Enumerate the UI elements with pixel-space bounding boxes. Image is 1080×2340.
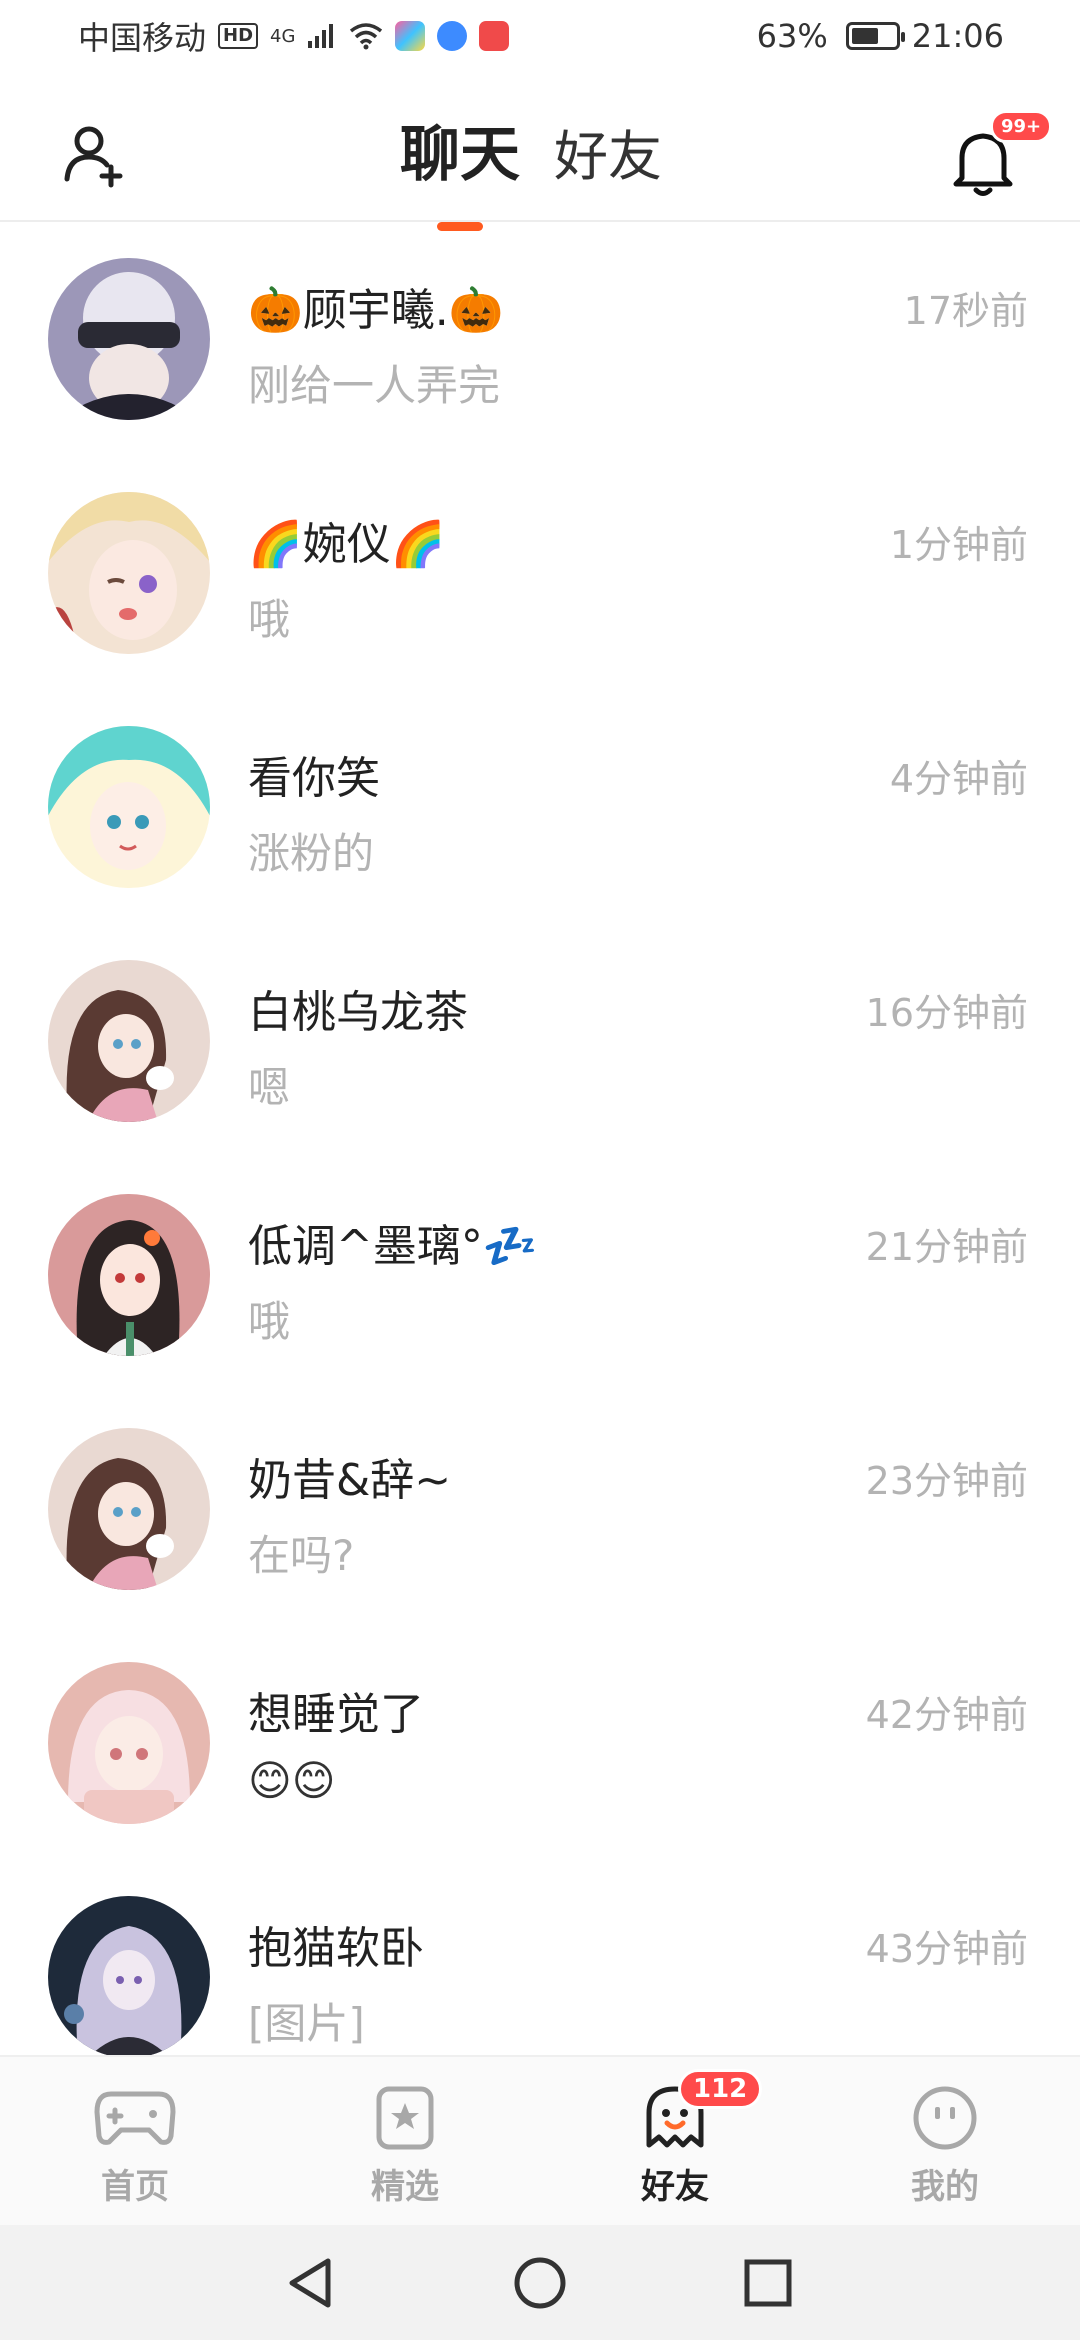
- tab-featured-label: 精选: [371, 2167, 439, 2207]
- chat-time: 1分钟前: [889, 523, 1028, 567]
- home-circle-icon: [514, 2257, 566, 2309]
- chat-last-message: 嗯: [248, 1063, 291, 1112]
- chat-row[interactable]: 白桃乌龙茶 嗯 16分钟前: [0, 924, 1080, 1158]
- tab-chat[interactable]: 聊天: [400, 106, 520, 231]
- chat-name: 🌈婉仪🌈: [248, 519, 446, 570]
- signal-icon: [308, 24, 334, 48]
- chat-name: 抱猫软卧: [248, 1923, 424, 1974]
- tab-friends-text: 好友: [641, 2167, 709, 2207]
- avatar[interactable]: [48, 1194, 210, 1356]
- carrier-name: 中国移动: [78, 19, 207, 57]
- chat-time: 23分钟前: [865, 1459, 1028, 1503]
- hd-icon: HD: [218, 23, 259, 49]
- chat-last-message: 😊😊: [248, 1756, 336, 1805]
- system-nav-bar: [0, 2225, 1080, 2340]
- chat-name: 想睡觉了: [248, 1689, 424, 1740]
- chat-time: 16分钟前: [865, 991, 1028, 1035]
- ghost-icon: 112: [630, 2069, 763, 2153]
- chat-name: 白桃乌龙茶: [248, 987, 468, 1038]
- tab-home[interactable]: 首页: [55, 2083, 215, 2208]
- status-right: 63% 21:06: [757, 17, 1004, 55]
- chat-last-message: 刚给一人弄完: [248, 361, 501, 410]
- chat-list: 🎃顾宇曦.🎃 刚给一人弄完 17秒前 🌈婉仪🌈 哦 1分钟前 看你笑 涨粉的 4…: [0, 222, 1080, 2055]
- chat-time: 4分钟前: [889, 757, 1028, 801]
- chat-row[interactable]: 抱猫软卧 [图片] 43分钟前: [0, 1860, 1080, 2055]
- tab-featured[interactable]: 精选: [325, 2083, 485, 2208]
- tab-mine-label: 我的: [911, 2167, 979, 2207]
- tab-home-label: 首页: [101, 2167, 169, 2207]
- avatar[interactable]: [48, 960, 210, 1122]
- tab-chat-label: 聊天: [400, 120, 520, 190]
- avatar[interactable]: [48, 492, 210, 654]
- avatar[interactable]: [48, 1428, 210, 1590]
- network-type: 4G: [270, 25, 296, 47]
- chat-row[interactable]: 奶昔&辞~ 在吗? 23分钟前: [0, 1392, 1080, 1626]
- chat-name: 🎃顾宇曦.🎃: [248, 285, 504, 336]
- top-header: 聊天 好友 99+: [0, 72, 1080, 231]
- star-bookmark-icon: [360, 2083, 450, 2153]
- tab-friends-label: 好友: [641, 2159, 709, 2210]
- chat-last-message: 涨粉的: [248, 829, 375, 878]
- chat-name: 看你笑: [248, 753, 380, 804]
- face-icon: [900, 2083, 990, 2153]
- chat-row[interactable]: 想睡觉了 😊😊 42分钟前: [0, 1626, 1080, 1860]
- tab-friends-bottom[interactable]: 112 好友: [595, 2069, 763, 2210]
- chat-row[interactable]: 看你笑 涨粉的 4分钟前: [0, 690, 1080, 924]
- avatar[interactable]: [48, 258, 210, 420]
- wifi-icon: [350, 23, 383, 50]
- notification-button[interactable]: 99+: [950, 110, 1053, 202]
- tab-mine[interactable]: 我的: [865, 2083, 1025, 2208]
- browser-notification-icon: [437, 21, 468, 51]
- chat-last-message: 哦: [248, 1297, 291, 1346]
- gamepad-icon: [90, 2083, 180, 2153]
- chat-last-message: 哦: [248, 595, 291, 644]
- status-left: 中国移动 HD 4G: [78, 13, 510, 59]
- chat-row[interactable]: 🌈婉仪🌈 哦 1分钟前: [0, 456, 1080, 690]
- tab-friends[interactable]: 好友: [554, 112, 662, 193]
- chat-time: 21分钟前: [865, 1225, 1028, 1269]
- add-friend-button[interactable]: [56, 116, 136, 196]
- back-triangle-icon: [289, 2258, 331, 2308]
- recents-square-icon: [744, 2259, 792, 2307]
- chat-time: 43分钟前: [865, 1927, 1028, 1971]
- huawei-notification-icon: [479, 21, 510, 51]
- bottom-tab-bar: 首页 精选 112 好友 我的: [0, 2055, 1080, 2225]
- avatar[interactable]: [48, 1662, 210, 1824]
- chat-name: 低调^墨璃°💤: [248, 1221, 538, 1272]
- header-tabs: 聊天 好友: [400, 106, 662, 231]
- notification-badge: 99+: [990, 110, 1053, 143]
- clock: 21:06: [911, 17, 1004, 55]
- status-bar: 中国移动 HD 4G 63% 21:06: [0, 0, 1080, 72]
- avatar[interactable]: [48, 726, 210, 888]
- friends-tab-badge: 112: [678, 2069, 763, 2109]
- chat-row[interactable]: 🎃顾宇曦.🎃 刚给一人弄完 17秒前: [0, 222, 1080, 456]
- chat-time: 42分钟前: [865, 1693, 1028, 1737]
- back-button[interactable]: [280, 2253, 340, 2313]
- app-notification-icon: [395, 21, 426, 51]
- battery-icon: [845, 22, 905, 50]
- avatar[interactable]: [48, 1896, 210, 2055]
- chat-last-message: 在吗?: [248, 1531, 355, 1580]
- chat-name: 奶昔&辞~: [248, 1455, 452, 1506]
- chat-row[interactable]: 低调^墨璃°💤 哦 21分钟前: [0, 1158, 1080, 1392]
- recents-button[interactable]: [738, 2253, 798, 2313]
- home-button[interactable]: [510, 2253, 570, 2313]
- app-screen: 中国移动 HD 4G 63% 21:06 聊天 好友 99+ 🎃顾宇曦.🎃 刚给…: [0, 0, 1080, 2340]
- battery-fill: [851, 28, 878, 44]
- chat-last-message: [图片]: [248, 1999, 365, 2048]
- chat-time: 17秒前: [903, 289, 1028, 333]
- battery-percent: 63%: [756, 17, 828, 55]
- add-user-icon: [64, 126, 123, 188]
